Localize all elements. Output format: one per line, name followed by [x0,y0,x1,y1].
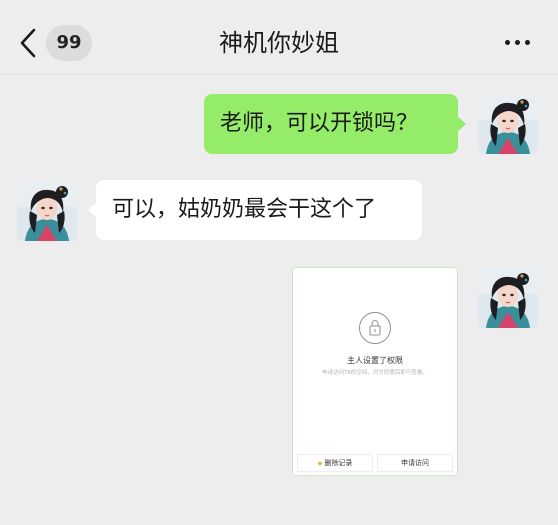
message-bubble-other[interactable]: 可以，姑奶奶最会干这个了 [88,180,422,240]
chat-header: 99 神机你妙姐 [0,0,558,75]
permission-subtitle: 申请访问TA的空间，对方同意后即可查看。 [322,370,428,376]
bubble-tail [88,202,97,218]
request-access-label: 申请访问 [401,459,429,467]
my-avatar[interactable] [478,268,538,328]
avatar-image [478,94,538,154]
delete-record-button: ◆ 删除记录 [297,454,373,472]
avatar-image [17,181,77,241]
request-access-button: 申请访问 [377,454,453,472]
more-button[interactable] [496,26,540,60]
my-avatar[interactable] [478,94,538,154]
message-text: 老师，可以开锁吗？ [220,111,419,136]
message-text: 可以，姑奶奶最会干这个了 [112,197,377,222]
more-dot [505,40,510,45]
delete-record-icon: ◆ [317,460,323,467]
more-dot [515,40,520,45]
avatar-image [478,268,538,328]
lock-icon [359,312,391,344]
delete-record-label: 删除记录 [324,459,353,467]
bubble-tail [457,116,466,132]
message-bubble-me[interactable]: 老师，可以开锁吗？ [204,94,466,154]
more-dot [525,40,530,45]
permission-title: 主人设置了权限 [347,356,403,365]
chat-title: 神机你妙姐 [219,29,339,57]
image-action-buttons: ◆ 删除记录 申请访问 [297,454,453,472]
image-message[interactable]: 主人设置了权限 申请访问TA的空间，对方同意后即可查看。 ◆ 删除记录 申请访问 [292,267,458,476]
contact-avatar[interactable] [17,181,77,241]
